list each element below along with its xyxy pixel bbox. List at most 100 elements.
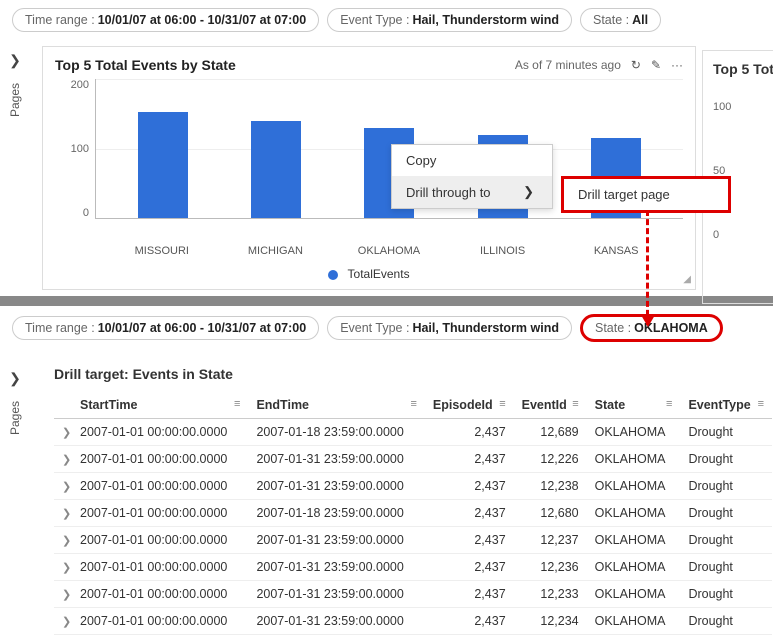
cell-endtime: 2007-01-31 23:59:00.0000 (248, 608, 424, 635)
filter-value: All (632, 13, 648, 27)
cell-starttime: 2007-01-01 00:00:00.0000 (72, 554, 248, 581)
menu-label: Drill through to (406, 185, 491, 200)
expand-pages-icon[interactable]: ❯ (9, 370, 21, 387)
filter-time-range[interactable]: Time range : 10/01/07 at 06:00 - 10/31/0… (12, 8, 319, 32)
column-menu-icon[interactable]: ≡ (410, 398, 416, 410)
filter-state[interactable]: State : All (580, 8, 661, 32)
cell-episodeid: 2,437 (425, 554, 514, 581)
pages-label: Pages (8, 401, 22, 435)
expand-row-icon[interactable]: ❯ (54, 608, 72, 635)
table-row[interactable]: ❯2007-01-01 00:00:00.00002007-01-31 23:5… (54, 527, 772, 554)
side-chart-title: Top 5 Total (713, 61, 773, 77)
expand-pages-icon[interactable]: ❯ (9, 52, 21, 69)
menu-label: Drill target page (578, 187, 670, 202)
y-tick: 100 (713, 101, 773, 113)
chart-bar[interactable] (251, 121, 301, 218)
column-menu-icon[interactable]: ≡ (758, 398, 764, 410)
chart-legend: TotalEvents (55, 267, 683, 281)
column-header[interactable]: EndTime≡ (248, 392, 424, 419)
cell-episodeid: 2,437 (425, 500, 514, 527)
y-tick: 0 (713, 229, 773, 241)
chevron-right-icon: ❯ (523, 184, 534, 200)
filter-event-type[interactable]: Event Type : Hail, Thunderstorm wind (327, 316, 572, 340)
table-row[interactable]: ❯2007-01-01 00:00:00.00002007-01-31 23:5… (54, 446, 772, 473)
table-body: ❯2007-01-01 00:00:00.00002007-01-18 23:5… (54, 419, 772, 635)
pages-label: Pages (8, 83, 22, 117)
cell-starttime: 2007-01-01 00:00:00.0000 (72, 446, 248, 473)
column-header[interactable]: EventType≡ (680, 392, 772, 419)
column-header[interactable]: EventId≡ (514, 392, 587, 419)
context-menu-copy[interactable]: Copy (392, 145, 552, 176)
cell-starttime: 2007-01-01 00:00:00.0000 (72, 419, 248, 446)
cell-eventid: 12,238 (514, 473, 587, 500)
resize-handle-icon[interactable]: ◢ (683, 274, 691, 285)
context-submenu-drill-target[interactable]: Drill target page (561, 176, 731, 213)
filter-value: 10/01/07 at 06:00 - 10/31/07 at 07:00 (98, 13, 306, 27)
menu-label: Copy (406, 153, 436, 168)
pages-sidebar-bottom: ❯ Pages (0, 362, 30, 622)
cell-starttime: 2007-01-01 00:00:00.0000 (72, 608, 248, 635)
cell-state: OKLAHOMA (587, 608, 681, 635)
filter-label: Event Type : (340, 321, 409, 335)
column-menu-icon[interactable]: ≡ (234, 398, 240, 410)
x-tick-label: KANSAS (559, 245, 673, 257)
cell-eventtype: Drought (680, 581, 772, 608)
cell-episodeid: 2,437 (425, 473, 514, 500)
expand-row-icon[interactable]: ❯ (54, 554, 72, 581)
edit-icon[interactable]: ✎ (651, 58, 661, 72)
column-header[interactable]: State≡ (587, 392, 681, 419)
cell-state: OKLAHOMA (587, 419, 681, 446)
cell-eventtype: Drought (680, 554, 772, 581)
expand-row-icon[interactable]: ❯ (54, 581, 72, 608)
column-menu-icon[interactable]: ≡ (572, 398, 578, 410)
chart-title: Top 5 Total Events by State (55, 57, 236, 73)
chart-actions: As of 7 minutes ago ↻ ✎ ··· (515, 58, 683, 72)
legend-swatch-icon (328, 270, 338, 280)
table-row[interactable]: ❯2007-01-01 00:00:00.00002007-01-31 23:5… (54, 608, 772, 635)
table-row[interactable]: ❯2007-01-01 00:00:00.00002007-01-31 23:5… (54, 581, 772, 608)
cell-endtime: 2007-01-31 23:59:00.0000 (248, 473, 424, 500)
chart-area: 200 100 0 (55, 79, 683, 239)
cell-eventid: 12,680 (514, 500, 587, 527)
column-menu-icon[interactable]: ≡ (666, 398, 672, 410)
chart-bar[interactable] (138, 112, 188, 218)
cell-eventtype: Drought (680, 473, 772, 500)
cell-endtime: 2007-01-31 23:59:00.0000 (248, 581, 424, 608)
cell-eventid: 12,226 (514, 446, 587, 473)
table-row[interactable]: ❯2007-01-01 00:00:00.00002007-01-18 23:5… (54, 419, 772, 446)
context-menu: Copy Drill through to ❯ (391, 144, 553, 209)
filter-bar-top: Time range : 10/01/07 at 06:00 - 10/31/0… (0, 0, 773, 40)
expand-row-icon[interactable]: ❯ (54, 500, 72, 527)
section-divider (0, 296, 773, 306)
cell-eventtype: Drought (680, 500, 772, 527)
expand-row-icon[interactable]: ❯ (54, 473, 72, 500)
table-row[interactable]: ❯2007-01-01 00:00:00.00002007-01-18 23:5… (54, 500, 772, 527)
cell-episodeid: 2,437 (425, 419, 514, 446)
more-icon[interactable]: ··· (671, 58, 683, 72)
expand-row-icon[interactable]: ❯ (54, 527, 72, 554)
cell-starttime: 2007-01-01 00:00:00.0000 (72, 581, 248, 608)
context-menu-drill-through[interactable]: Drill through to ❯ (392, 176, 552, 208)
y-tick: 200 (71, 79, 89, 91)
table-row[interactable]: ❯2007-01-01 00:00:00.00002007-01-31 23:5… (54, 554, 772, 581)
annotation-arrow (646, 210, 649, 325)
column-menu-icon[interactable]: ≡ (499, 398, 505, 410)
expand-row-icon[interactable]: ❯ (54, 446, 72, 473)
cell-eventtype: Drought (680, 446, 772, 473)
chart-panel: Top 5 Total Events by State As of 7 minu… (42, 46, 696, 290)
cell-episodeid: 2,437 (425, 581, 514, 608)
cell-starttime: 2007-01-01 00:00:00.0000 (72, 473, 248, 500)
table-row[interactable]: ❯2007-01-01 00:00:00.00002007-01-31 23:5… (54, 473, 772, 500)
column-header[interactable]: StartTime≡ (72, 392, 248, 419)
cell-eventid: 12,233 (514, 581, 587, 608)
refresh-icon[interactable]: ↻ (631, 58, 641, 72)
column-header[interactable]: EpisodeId≡ (425, 392, 514, 419)
filter-time-range[interactable]: Time range : 10/01/07 at 06:00 - 10/31/0… (12, 316, 319, 340)
table-panel: Drill target: Events in State StartTime≡… (42, 356, 772, 635)
cell-eventid: 12,689 (514, 419, 587, 446)
y-tick: 100 (71, 143, 89, 155)
pages-sidebar-top: ❯ Pages (0, 44, 30, 314)
filter-label: Time range : (25, 13, 95, 27)
filter-event-type[interactable]: Event Type : Hail, Thunderstorm wind (327, 8, 572, 32)
expand-row-icon[interactable]: ❯ (54, 419, 72, 446)
